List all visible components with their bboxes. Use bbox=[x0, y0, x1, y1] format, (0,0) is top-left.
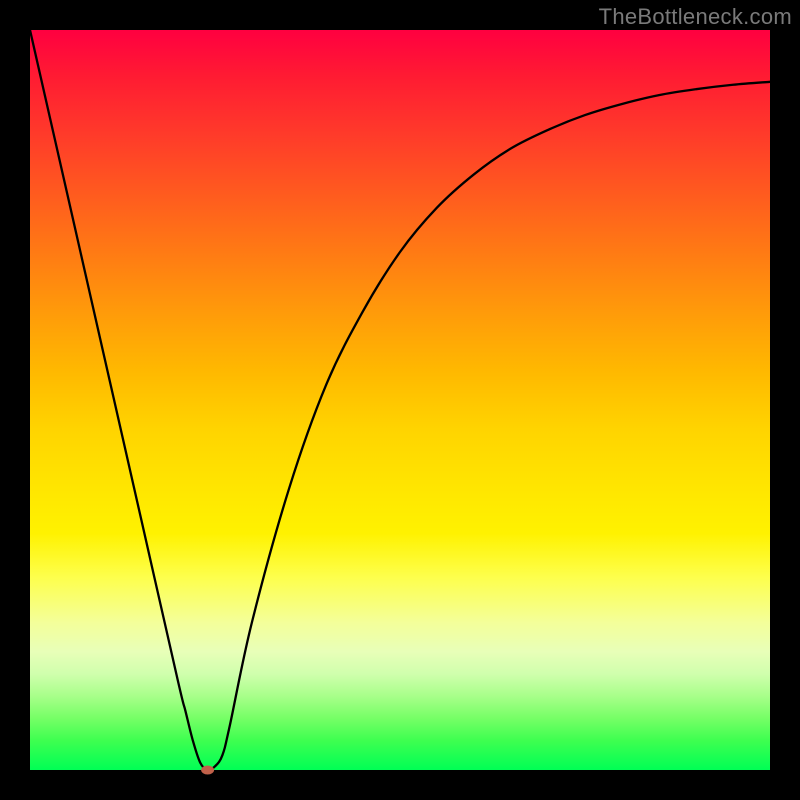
optimum-marker bbox=[202, 766, 214, 774]
plot-area bbox=[30, 30, 770, 770]
figure-frame: TheBottleneck.com bbox=[0, 0, 800, 800]
curve-layer bbox=[30, 30, 770, 770]
watermark-text: TheBottleneck.com bbox=[599, 4, 792, 30]
bottleneck-curve bbox=[30, 30, 770, 770]
